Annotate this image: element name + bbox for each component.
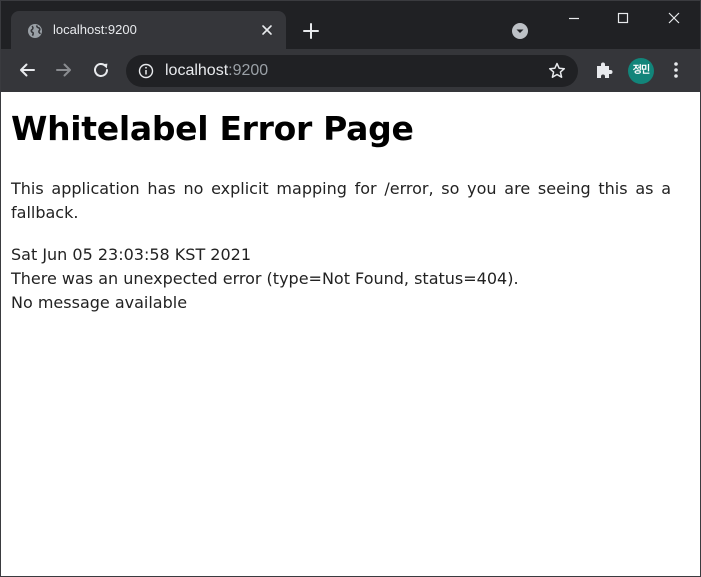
browser-toolbar: localhost:9200 정민	[1, 49, 700, 92]
globe-icon	[28, 24, 42, 38]
star-icon[interactable]	[547, 61, 567, 81]
error-message: No message available	[11, 293, 188, 312]
error-explanation: This application has no explicit mapping…	[11, 179, 671, 222]
chevron-down-icon[interactable]	[511, 22, 529, 40]
arrow-right-icon[interactable]	[53, 59, 75, 81]
url-port: :9200	[228, 62, 269, 79]
error-details: Sat Jun 05 23:03:58 KST 2021 There was a…	[11, 243, 671, 315]
url-text[interactable]: localhost:9200	[165, 61, 268, 81]
page-title: Whitelabel Error Page	[11, 109, 414, 148]
arrow-left-icon[interactable]	[16, 59, 38, 81]
url-host: localhost	[165, 62, 229, 79]
window-close-icon[interactable]	[651, 1, 697, 35]
minimize-icon[interactable]	[551, 1, 597, 35]
maximize-icon[interactable]	[599, 1, 645, 35]
browser-tab[interactable]: localhost:9200	[11, 11, 286, 49]
page-content: Whitelabel Error Page This application h…	[1, 92, 700, 576]
browser-window: localhost:9200 localhost:9200 정민 Whitela…	[0, 0, 701, 577]
address-bar[interactable]: localhost:9200	[126, 55, 578, 87]
tab-strip: localhost:9200	[1, 1, 700, 49]
plus-icon[interactable]	[301, 21, 321, 41]
reload-icon[interactable]	[90, 59, 112, 81]
close-icon[interactable]	[259, 22, 275, 38]
info-icon[interactable]	[138, 63, 154, 79]
tab-title: localhost:9200	[53, 22, 137, 37]
more-vertical-icon[interactable]	[665, 59, 687, 81]
puzzle-icon[interactable]	[593, 59, 615, 81]
error-timestamp: Sat Jun 05 23:03:58 KST 2021	[11, 245, 252, 264]
profile-avatar[interactable]: 정민	[628, 58, 654, 84]
error-status: There was an unexpected error (type=Not …	[11, 269, 519, 288]
